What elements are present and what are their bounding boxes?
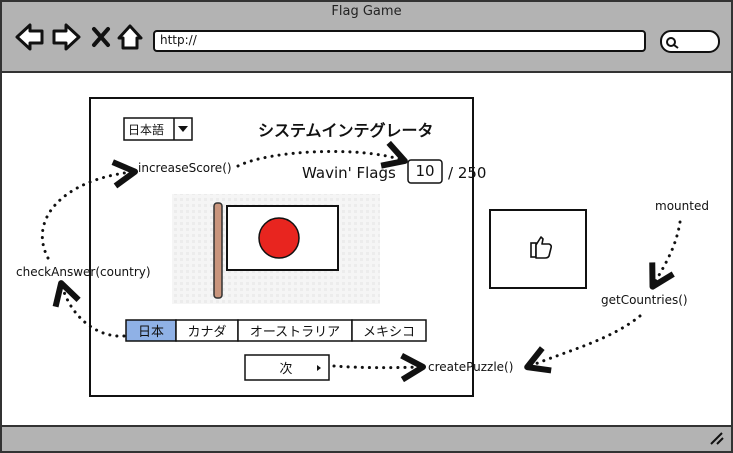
wireframe-canvas: [0, 0, 733, 453]
flow-label-get-countries: getCountries(): [601, 293, 688, 307]
flow-label-increase-score: increaseScore(): [138, 161, 232, 175]
option-label: メキシコ: [362, 325, 415, 340]
flow-label-create-puzzle: createPuzzle(): [428, 360, 514, 374]
flow-label-check-answer: checkAnswer(country): [16, 265, 151, 279]
search-box[interactable]: [660, 30, 720, 53]
option-label: オーストラリア: [249, 325, 341, 340]
next-button-label: 次: [279, 362, 293, 377]
option-label: カナダ: [187, 325, 227, 340]
flow-label-mounted: mounted: [655, 199, 709, 213]
language-value: 日本語: [128, 123, 165, 137]
score-total: / 250: [448, 164, 487, 182]
game-title: Wavin' Flags: [302, 164, 396, 182]
address-bar[interactable]: [153, 30, 646, 52]
window-title: Flag Game: [331, 4, 402, 19]
option-label: 日本: [137, 325, 164, 340]
address-bar-text: http://: [160, 33, 197, 47]
page-heading: システムインテグレータ: [258, 121, 434, 140]
score-value: 10: [415, 162, 435, 180]
